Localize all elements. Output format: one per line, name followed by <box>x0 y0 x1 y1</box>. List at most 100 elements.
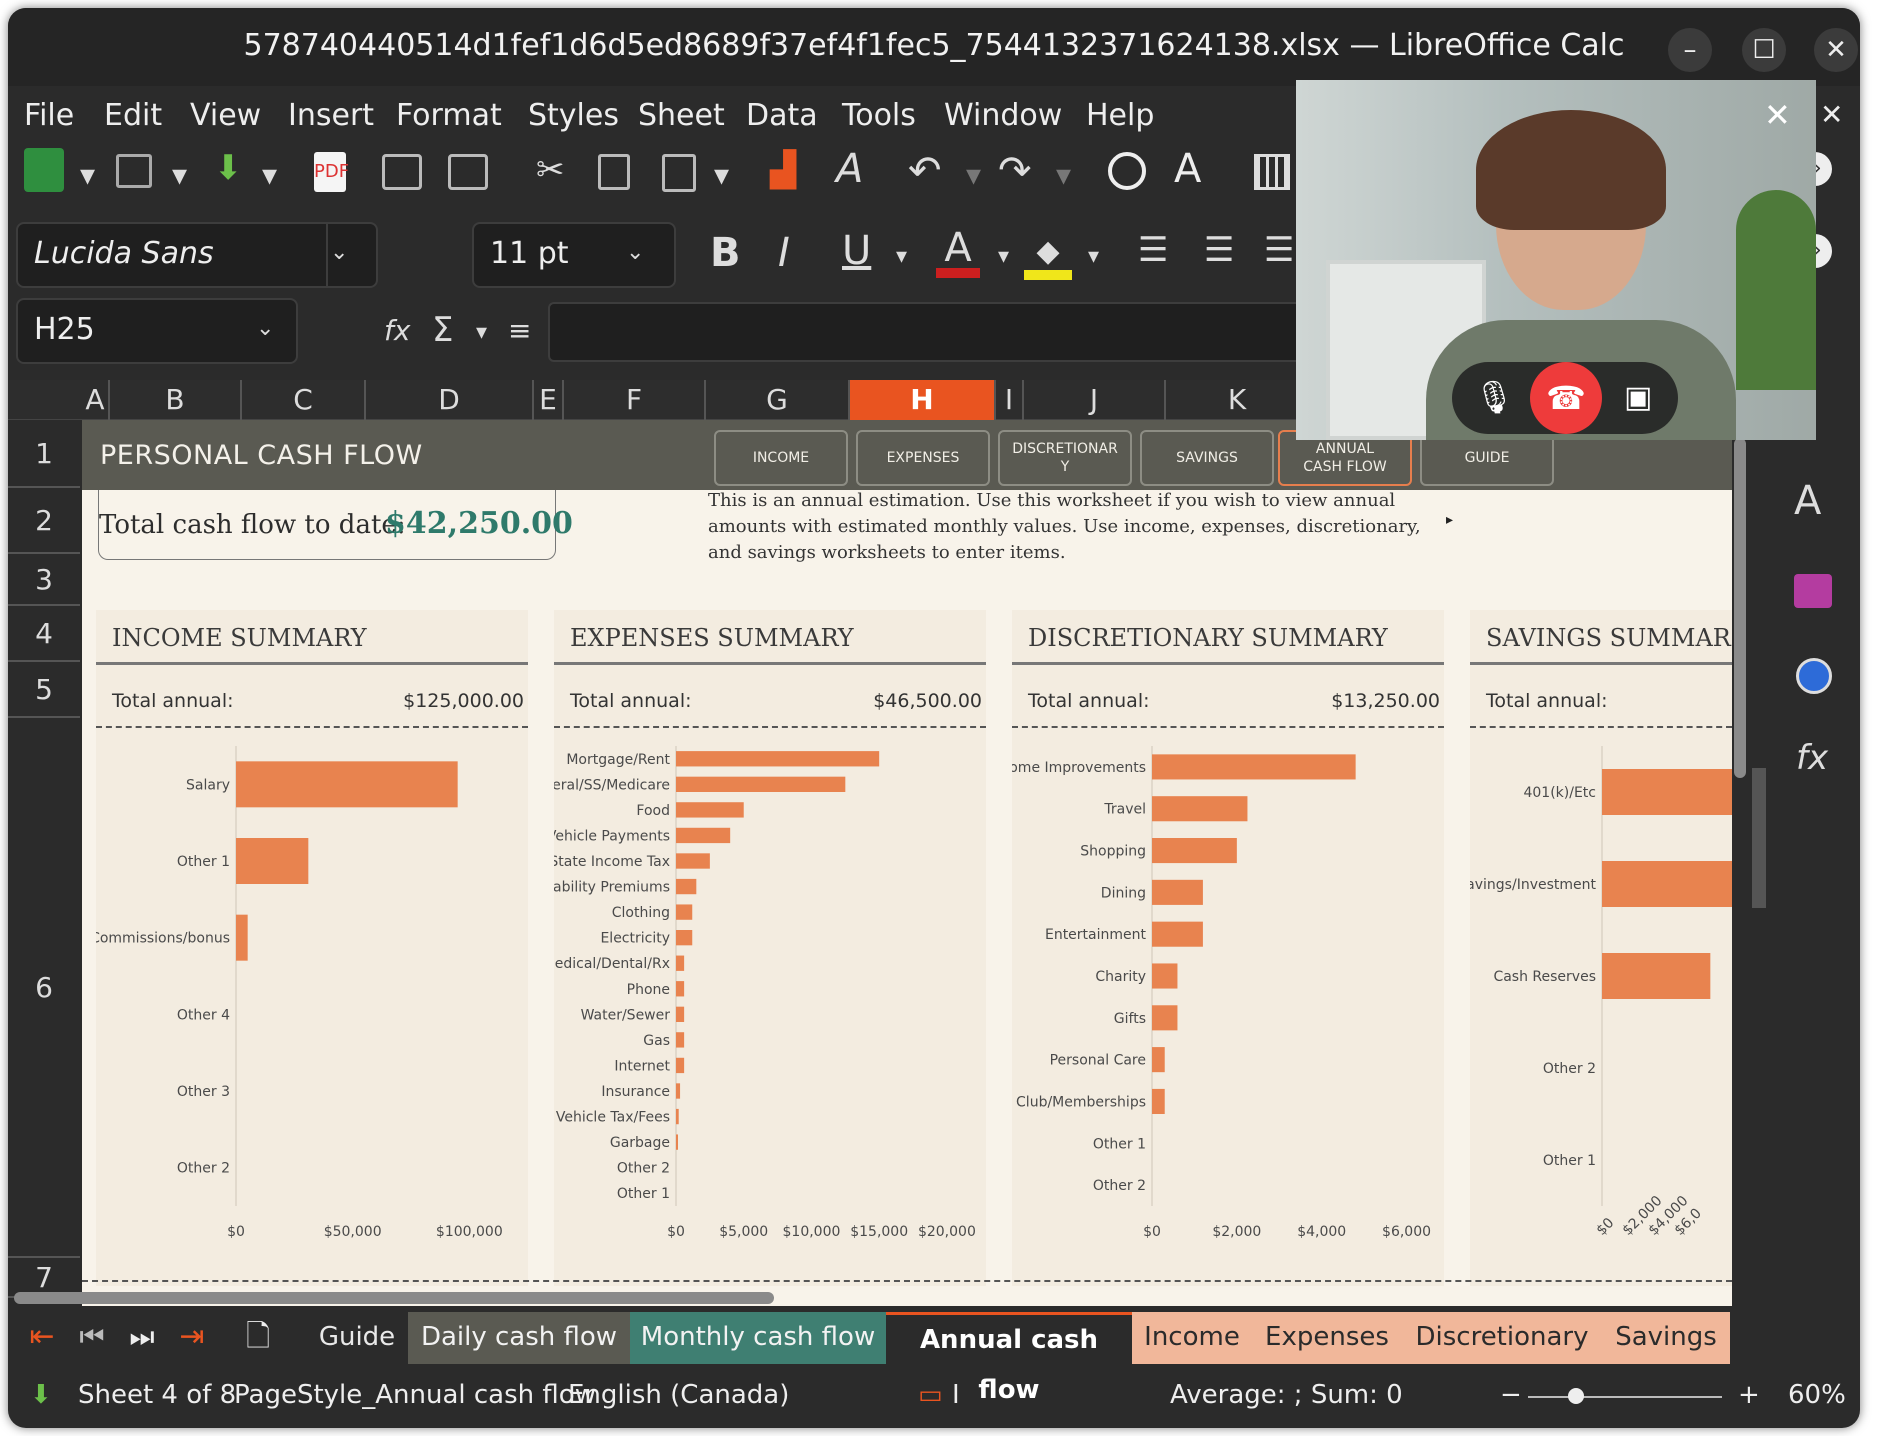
column-header-i[interactable]: I <box>996 380 1024 420</box>
redo-dropdown-arrow-icon[interactable]: ▾ <box>1056 158 1071 193</box>
menu-window[interactable]: Window <box>944 98 1062 133</box>
column-header-d[interactable]: D <box>366 380 534 420</box>
camera-off-icon[interactable]: ▣ <box>1624 380 1652 415</box>
column-header-a[interactable]: A <box>82 380 110 420</box>
font-name-chevron-down-icon[interactable]: ⌄ <box>330 240 348 265</box>
sidebar-functions-icon[interactable]: fx <box>1796 738 1828 778</box>
new-spreadsheet-icon[interactable] <box>24 148 64 192</box>
nav-income-button[interactable]: INCOME <box>714 430 848 486</box>
tab-guide[interactable]: Guide <box>304 1312 410 1364</box>
nav-expenses-button[interactable]: EXPENSES <box>856 430 990 486</box>
menu-file[interactable]: File <box>24 98 74 133</box>
align-left-icon[interactable]: ☰ <box>1138 230 1168 270</box>
font-size-box[interactable]: 11 pt ⌄ <box>472 222 676 288</box>
function-wizard-icon[interactable]: fx <box>384 314 410 347</box>
save-icon[interactable]: ⬇ <box>214 148 243 188</box>
name-box[interactable]: H25 ⌄ <box>16 298 298 364</box>
name-box-chevron-down-icon[interactable]: ⌄ <box>256 316 274 341</box>
video-call-overlay[interactable]: ✕ 🎙 ☎ ▣ <box>1296 80 1816 440</box>
first-sheet-icon[interactable]: ⇤ <box>22 1312 62 1364</box>
zoom-slider[interactable] <box>1528 1396 1722 1398</box>
print-preview-icon[interactable] <box>448 154 488 190</box>
row-header-1[interactable]: 1 <box>8 420 80 488</box>
italic-icon[interactable]: I <box>778 230 790 276</box>
status-zoom[interactable]: 60% <box>1788 1380 1846 1410</box>
font-name-box[interactable]: Lucida Sans ⌄ <box>16 222 378 288</box>
maximize-icon[interactable]: ☐ <box>1742 28 1786 72</box>
menu-data[interactable]: Data <box>746 98 818 133</box>
font-size-chevron-down-icon[interactable]: ⌄ <box>626 240 644 265</box>
hang-up-icon[interactable]: ☎ <box>1530 362 1602 434</box>
tab-daily-cash-flow[interactable]: Daily cash flow <box>408 1312 630 1364</box>
next-sheet-icon[interactable]: ⏭ <box>122 1312 162 1364</box>
sidebar-collapse-handle[interactable] <box>1752 768 1766 908</box>
column-header-c[interactable]: C <box>242 380 366 420</box>
highlight-dropdown-arrow-icon[interactable]: ▾ <box>1088 244 1099 269</box>
font-color-dropdown-arrow-icon[interactable]: ▾ <box>998 244 1009 269</box>
column-header-b[interactable]: B <box>110 380 242 420</box>
status-language[interactable]: English (Canada) <box>568 1380 789 1410</box>
previous-sheet-icon[interactable]: ⏮ <box>72 1312 112 1364</box>
print-icon[interactable] <box>382 154 422 190</box>
menu-help[interactable]: Help <box>1086 98 1154 133</box>
undo-icon[interactable]: ↶ <box>908 148 942 194</box>
row-icon[interactable] <box>1254 154 1290 190</box>
save-dropdown-arrow-icon[interactable]: ▾ <box>262 158 277 193</box>
tab-expenses[interactable]: Expenses <box>1252 1312 1402 1364</box>
sum-icon[interactable]: Σ <box>432 310 453 350</box>
sidebar-styles-icon[interactable]: A <box>1794 478 1821 524</box>
last-sheet-icon[interactable]: ⇥ <box>172 1312 212 1364</box>
selection-mode-icon[interactable]: ▭ <box>918 1380 943 1410</box>
clear-formatting-icon[interactable]: A <box>836 146 863 192</box>
bold-icon[interactable]: B <box>710 230 741 276</box>
spelling-icon[interactable]: A <box>1174 146 1201 192</box>
sidebar-gallery-icon[interactable] <box>1794 574 1832 608</box>
add-sheet-icon[interactable]: 🗋 <box>238 1312 278 1364</box>
new-dropdown-arrow-icon[interactable]: ▾ <box>80 158 95 193</box>
font-color-icon[interactable]: A <box>936 228 980 278</box>
minimize-icon[interactable]: – <box>1668 28 1712 72</box>
insert-mode-icon[interactable]: I <box>952 1380 960 1410</box>
highlight-color-icon[interactable]: ◆ <box>1024 234 1072 280</box>
column-header-h[interactable]: H <box>850 380 996 420</box>
close-icon[interactable]: ✕ <box>1814 28 1858 72</box>
export-pdf-icon[interactable]: PDF <box>314 152 349 192</box>
menu-format[interactable]: Format <box>396 98 502 133</box>
vertical-scrollbar[interactable] <box>1734 438 1746 778</box>
align-center-icon[interactable]: ☰ <box>1204 230 1234 270</box>
zoom-in-icon[interactable]: + <box>1738 1380 1760 1410</box>
menu-tools[interactable]: Tools <box>842 98 916 133</box>
formula-input[interactable] <box>548 302 1308 362</box>
column-header-k[interactable]: K <box>1166 380 1310 420</box>
document-saved-icon[interactable]: ⬇ <box>30 1380 52 1410</box>
video-close-icon[interactable]: ✕ <box>1764 96 1791 134</box>
sidebar-navigator-icon[interactable] <box>1796 658 1832 694</box>
row-header-2[interactable]: 2 <box>8 488 80 554</box>
tab-annual-cash-flow[interactable]: Annual cash flow <box>886 1312 1132 1405</box>
column-header-j[interactable]: J <box>1024 380 1166 420</box>
align-right-icon[interactable]: ☰ <box>1264 230 1294 270</box>
clone-formatting-icon[interactable]: ▟ <box>770 150 796 190</box>
redo-icon[interactable]: ↷ <box>998 148 1032 194</box>
paste-icon[interactable] <box>662 154 696 192</box>
menu-styles[interactable]: Styles <box>528 98 619 133</box>
menu-insert[interactable]: Insert <box>288 98 374 133</box>
status-page-style[interactable]: PageStyle_Annual cash flow <box>234 1380 596 1410</box>
open-dropdown-arrow-icon[interactable]: ▾ <box>172 158 187 193</box>
column-header-e[interactable]: E <box>534 380 564 420</box>
menu-sheet[interactable]: Sheet <box>638 98 725 133</box>
underline-dropdown-arrow-icon[interactable]: ▾ <box>896 244 907 269</box>
cut-icon[interactable]: ✂ <box>536 150 565 190</box>
copy-icon[interactable] <box>598 154 630 190</box>
nav-discretionary-button[interactable]: DISCRETIONAR Y <box>998 430 1132 486</box>
zoom-out-icon[interactable]: − <box>1500 1380 1522 1410</box>
zoom-slider-handle[interactable] <box>1568 1388 1584 1404</box>
row-header-4[interactable]: 4 <box>8 606 80 662</box>
row-header-6[interactable]: 6 <box>8 718 80 1258</box>
row-header-5[interactable]: 5 <box>8 662 80 718</box>
paste-dropdown-arrow-icon[interactable]: ▾ <box>714 158 729 193</box>
formula-icon[interactable]: ≡ <box>508 314 531 347</box>
menu-edit[interactable]: Edit <box>104 98 162 133</box>
tab-monthly-cash-flow[interactable]: Monthly cash flow <box>630 1312 886 1364</box>
status-sheet[interactable]: Sheet 4 of 8 <box>78 1380 236 1410</box>
